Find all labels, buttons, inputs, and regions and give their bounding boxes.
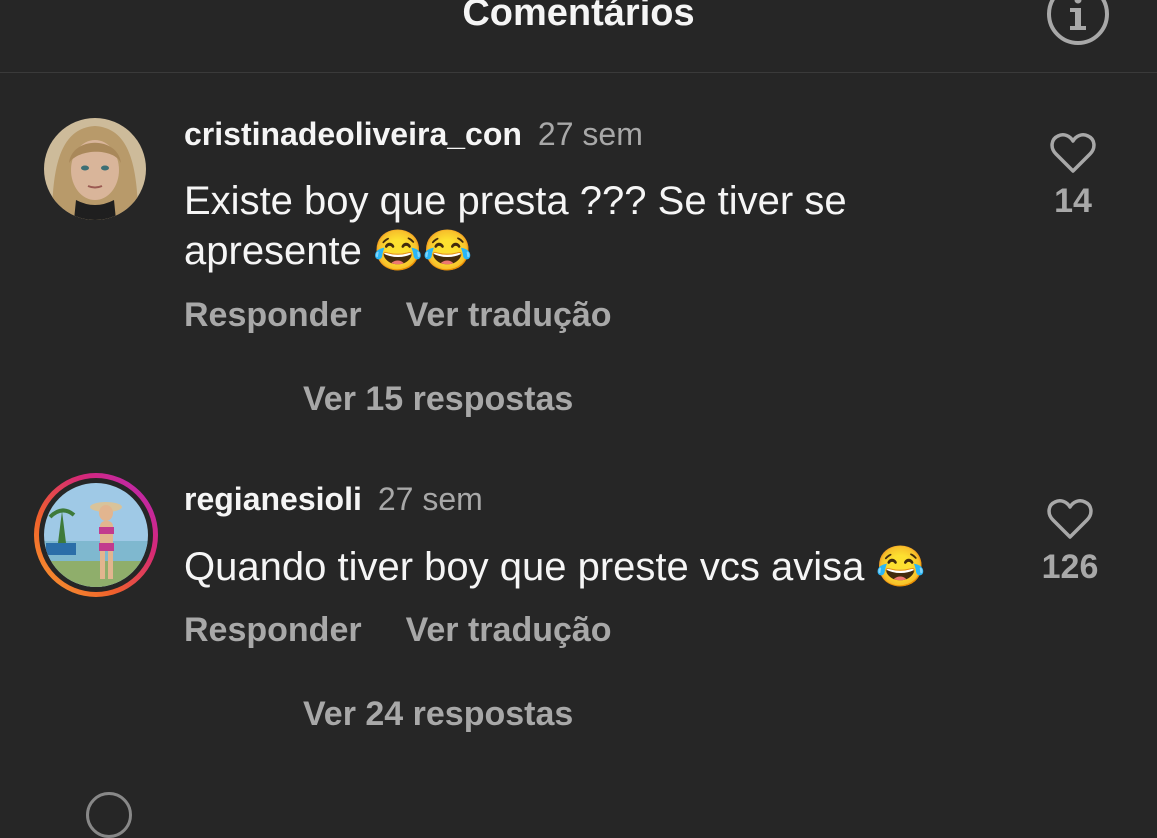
reply-button[interactable]: Responder <box>184 296 362 334</box>
avatar-photo <box>44 483 148 587</box>
username-link[interactable]: regianesioli <box>184 481 362 517</box>
avatar-photo <box>44 118 146 220</box>
comment-time: 27 sem <box>537 116 643 152</box>
comment-text: Existe boy que presta ??? Se tiver se ap… <box>184 176 964 276</box>
next-comment-avatar[interactable] <box>86 792 132 838</box>
like-count: 14 <box>1054 182 1092 220</box>
avatar-story-ring[interactable] <box>34 473 158 597</box>
username-link[interactable]: cristinadeoliveira_con <box>184 116 522 152</box>
comment-meta: regianesioli 27 sem <box>184 481 483 518</box>
header-bar: Comentários <box>0 0 1157 73</box>
view-replies-button[interactable]: Ver 15 respostas <box>303 380 573 419</box>
info-icon[interactable] <box>1046 0 1110 46</box>
comment-text: Quando tiver boy que preste vcs avisa 😂 <box>184 542 1004 592</box>
heart-icon[interactable] <box>1050 132 1096 174</box>
emoji-group: 😂😂 <box>373 229 473 273</box>
comment-meta: cristinadeoliveira_con 27 sem <box>184 116 643 153</box>
avatar[interactable] <box>44 118 146 220</box>
laughing-emoji-icon: 😂 <box>422 229 473 273</box>
laughing-emoji-icon: 😂 <box>875 545 926 589</box>
page-title: Comentários <box>462 0 695 34</box>
comment-actions: Responder Ver tradução <box>184 296 612 335</box>
see-translation-button[interactable]: Ver tradução <box>406 611 612 649</box>
see-translation-button[interactable]: Ver tradução <box>406 296 612 334</box>
comment-actions: Responder Ver tradução <box>184 611 612 650</box>
reply-button[interactable]: Responder <box>184 611 362 649</box>
heart-icon[interactable] <box>1047 498 1093 540</box>
view-replies-button[interactable]: Ver 24 respostas <box>303 695 573 734</box>
comment-time: 27 sem <box>377 481 483 517</box>
laughing-emoji-icon: 😂 <box>373 229 423 273</box>
like-control: 14 <box>1033 132 1113 221</box>
comment-body: Existe boy que presta ??? Se tiver se ap… <box>184 179 847 273</box>
comment-body: Quando tiver boy que preste vcs avisa <box>184 545 865 589</box>
like-count: 126 <box>1041 548 1099 586</box>
avatar <box>44 483 148 587</box>
like-control: 126 <box>1030 498 1110 587</box>
